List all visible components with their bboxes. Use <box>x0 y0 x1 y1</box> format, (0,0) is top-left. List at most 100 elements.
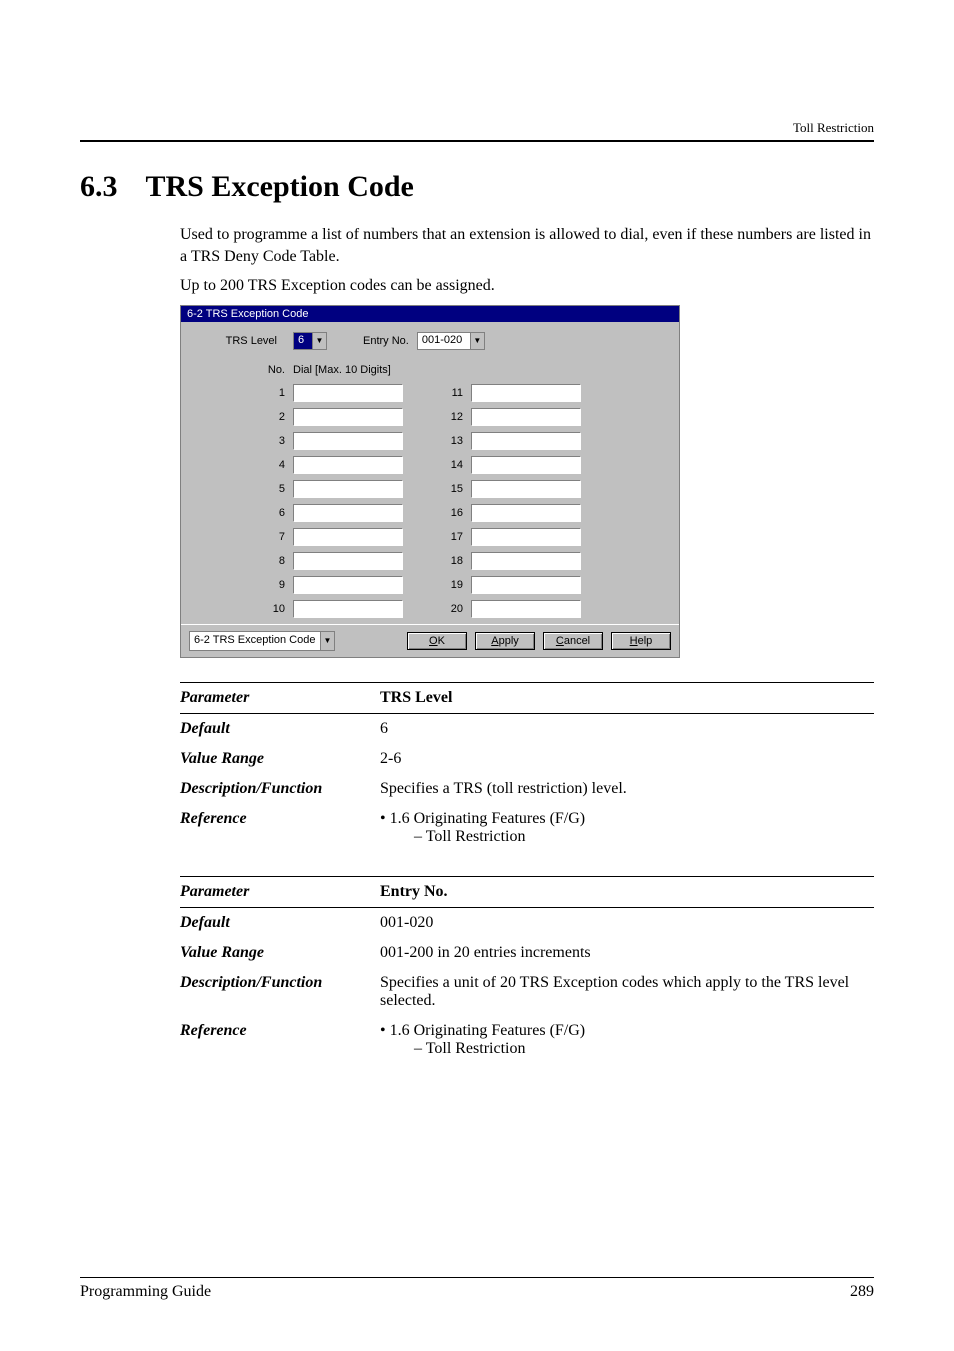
param-label-parameter: Parameter <box>180 689 380 707</box>
grid-row: 12 <box>433 408 581 426</box>
param-desc: Specifies a unit of 20 TRS Exception cod… <box>380 974 874 1010</box>
grid-row: 2 <box>255 408 403 426</box>
dial-input[interactable] <box>293 384 403 402</box>
param-label-default: Default <box>180 914 380 932</box>
grid-row: 15 <box>433 480 581 498</box>
param-label-value-range: Value Range <box>180 944 380 962</box>
dropdown-icon: ▼ <box>320 632 334 650</box>
dial-input[interactable] <box>471 504 581 522</box>
row-number: 8 <box>255 555 285 567</box>
page-footer: Programming Guide 289 <box>80 1283 874 1301</box>
dial-input[interactable] <box>471 600 581 618</box>
row-number: 18 <box>433 555 463 567</box>
grid-row: 8 <box>255 552 403 570</box>
row-number: 16 <box>433 507 463 519</box>
ok-button[interactable]: OK <box>407 632 467 650</box>
param-reference-line2: – Toll Restriction <box>380 1040 874 1058</box>
row-number: 2 <box>255 411 285 423</box>
param-label-reference: Reference <box>180 1022 380 1058</box>
row-number: 19 <box>433 579 463 591</box>
row-number: 17 <box>433 531 463 543</box>
grid-header-dial: Dial [Max. 10 Digits] <box>293 364 391 376</box>
row-number: 6 <box>255 507 285 519</box>
row-number: 15 <box>433 483 463 495</box>
dial-input[interactable] <box>471 408 581 426</box>
param-label-default: Default <box>180 720 380 738</box>
cancel-button[interactable]: Cancel <box>543 632 603 650</box>
param-value-range: 2-6 <box>380 750 874 768</box>
grid-row: 4 <box>255 456 403 474</box>
row-number: 20 <box>433 603 463 615</box>
row-number: 11 <box>433 387 463 399</box>
grid-col-right: 11 12 13 14 15 16 17 18 19 20 <box>433 384 581 618</box>
dial-input[interactable] <box>471 456 581 474</box>
grid-header-no: No. <box>255 364 285 376</box>
dial-input[interactable] <box>293 432 403 450</box>
param-label-desc: Description/Function <box>180 780 380 798</box>
row-number: 1 <box>255 387 285 399</box>
param-label-value-range: Value Range <box>180 750 380 768</box>
section-heading-text: TRS Exception Code <box>146 170 414 203</box>
dial-input[interactable] <box>293 600 403 618</box>
dial-input[interactable] <box>471 528 581 546</box>
row-number: 5 <box>255 483 285 495</box>
grid-row: 16 <box>433 504 581 522</box>
param-label-parameter: Parameter <box>180 883 380 901</box>
dial-input[interactable] <box>293 456 403 474</box>
grid-row: 1 <box>255 384 403 402</box>
param-value-range: 001-200 in 20 entries increments <box>380 944 874 962</box>
dial-input[interactable] <box>293 408 403 426</box>
footer-page-select-value: 6-2 TRS Exception Code <box>190 632 320 650</box>
dropdown-icon: ▼ <box>312 333 326 349</box>
param-block-entry-no: Parameter Entry No. Default 001-020 Valu… <box>180 876 874 1064</box>
param-name: Entry No. <box>380 883 874 901</box>
dial-input[interactable] <box>293 528 403 546</box>
trs-level-value: 6 <box>294 333 312 349</box>
row-number: 7 <box>255 531 285 543</box>
param-reference-line2: – Toll Restriction <box>380 828 874 846</box>
grid-row: 19 <box>433 576 581 594</box>
grid-row: 17 <box>433 528 581 546</box>
param-reference-line1: • 1.6 Originating Features (F/G) <box>380 1022 874 1040</box>
dial-input[interactable] <box>471 552 581 570</box>
param-desc: Specifies a TRS (toll restriction) level… <box>380 780 874 798</box>
dial-input[interactable] <box>471 480 581 498</box>
section-title: 6.3 TRS Exception Code <box>80 170 874 204</box>
footer-page-number: 289 <box>850 1283 874 1301</box>
trs-level-select[interactable]: 6 ▼ <box>293 332 327 350</box>
row-number: 10 <box>255 603 285 615</box>
dial-input[interactable] <box>471 576 581 594</box>
dialog-window: 6-2 TRS Exception Code TRS Level 6 ▼ Ent… <box>180 305 680 658</box>
footer-guide-name: Programming Guide <box>80 1283 211 1301</box>
row-number: 3 <box>255 435 285 447</box>
row-number: 12 <box>433 411 463 423</box>
dial-input[interactable] <box>293 552 403 570</box>
apply-button[interactable]: Apply <box>475 632 535 650</box>
param-label-reference: Reference <box>180 810 380 846</box>
entry-no-select[interactable]: 001-020 ▼ <box>417 332 485 350</box>
section-number: 6.3 <box>80 170 118 203</box>
param-default: 001-020 <box>380 914 874 932</box>
trs-level-label: TRS Level <box>195 335 285 347</box>
grid-row: 7 <box>255 528 403 546</box>
help-button[interactable]: Help <box>611 632 671 650</box>
grid-col-left: 1 2 3 4 5 6 7 8 9 10 <box>255 384 403 618</box>
header-section-label: Toll Restriction <box>793 120 874 136</box>
dial-input[interactable] <box>293 504 403 522</box>
grid-row: 3 <box>255 432 403 450</box>
grid-row: 18 <box>433 552 581 570</box>
top-rule <box>80 140 874 142</box>
grid-row: 6 <box>255 504 403 522</box>
grid-row: 5 <box>255 480 403 498</box>
dialog-titlebar: 6-2 TRS Exception Code <box>181 306 679 322</box>
dial-input[interactable] <box>293 480 403 498</box>
param-default: 6 <box>380 720 874 738</box>
dial-input[interactable] <box>471 432 581 450</box>
param-reference-line1: • 1.6 Originating Features (F/G) <box>380 810 874 828</box>
dial-input[interactable] <box>293 576 403 594</box>
footer-page-select[interactable]: 6-2 TRS Exception Code ▼ <box>189 631 335 651</box>
row-number: 13 <box>433 435 463 447</box>
dial-input[interactable] <box>471 384 581 402</box>
grid-row: 14 <box>433 456 581 474</box>
param-block-trs-level: Parameter TRS Level Default 6 Value Rang… <box>180 682 874 852</box>
